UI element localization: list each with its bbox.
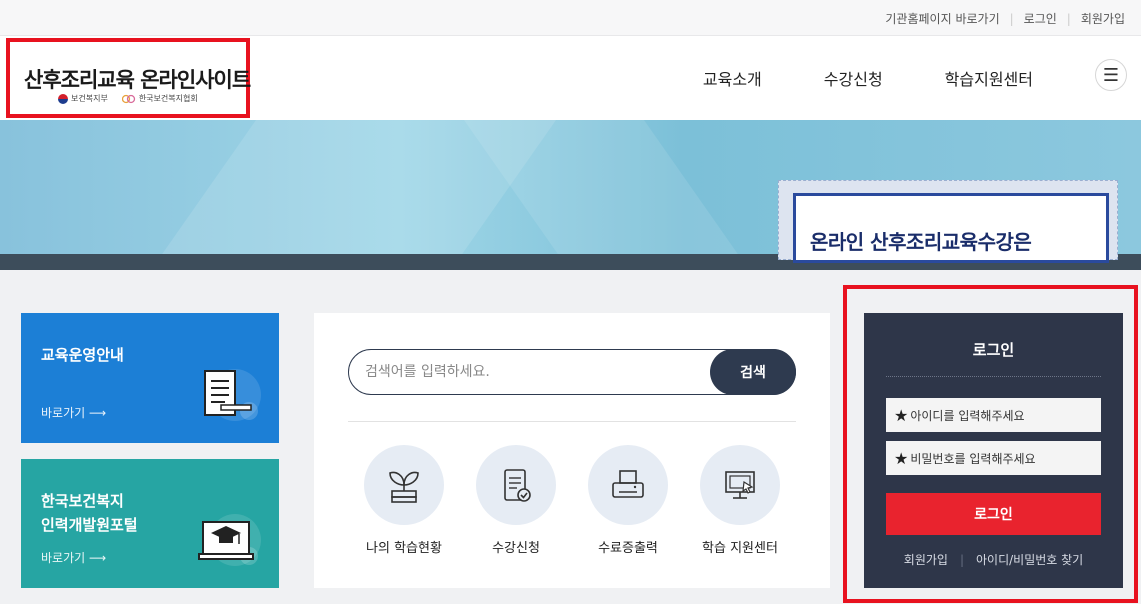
document-pen-icon	[204, 369, 261, 421]
util-signup-link[interactable]: 회원가입	[1081, 10, 1125, 27]
nav-item-course-registration[interactable]: 수강신청	[824, 66, 883, 90]
divider: |	[959, 552, 964, 567]
signup-link[interactable]: 회원가입	[904, 551, 948, 568]
logo-highlight-box[interactable]: 산후조리교육 온라인사이트 보건복지부 한국보건복지협회	[6, 38, 251, 118]
quick-link-certificate[interactable]: 수료증출력	[572, 445, 684, 556]
hamburger-icon: ☰	[1102, 64, 1120, 86]
ministry-logo: 보건복지부	[58, 93, 108, 104]
login-links: 회원가입 | 아이디/비밀번호 찾기	[864, 551, 1123, 568]
quick-link-registration[interactable]: 수강신청	[460, 445, 572, 556]
quick-icon-circle	[364, 445, 444, 525]
promo-inner: 온라인 산후조리교육수강은	[793, 193, 1109, 263]
login-button[interactable]: 로그인	[886, 493, 1101, 535]
main-nav: 교육소개 수강신청 학습지원센터	[703, 66, 1033, 90]
utility-bar: 기관홈페이지 바로가기 | 로그인 | 회원가입	[0, 0, 1141, 36]
password-placeholder: 비밀번호를 입력해주세요	[910, 451, 1036, 466]
star-icon: ★	[894, 448, 909, 468]
nav-item-education-intro[interactable]: 교육소개	[703, 66, 762, 90]
quick-icon-circle	[700, 445, 780, 525]
card-title: 교육운영안내	[41, 346, 124, 364]
search-input[interactable]	[365, 350, 705, 394]
agency-homepage-link[interactable]: 기관홈페이지 바로가기	[885, 10, 999, 27]
hamburger-menu-button[interactable]: ☰	[1095, 59, 1127, 91]
divider: |	[1066, 11, 1071, 26]
taegeuk-icon	[58, 93, 68, 104]
quick-link-label: 나의 학습현황	[366, 541, 442, 556]
education-guide-card[interactable]: 교육운영안내 바로가기 ⟶	[21, 313, 279, 443]
quick-links: 나의 학습현황 수강신청 수료증출력 학습 지원센터	[348, 445, 796, 556]
center-panel: 검색 나의 학습현황	[314, 313, 830, 588]
monitor-cursor-icon	[725, 471, 755, 499]
card-title-line: 한국보건복지	[41, 492, 124, 510]
site-logo-title: 산후조리교육 온라인사이트	[24, 68, 251, 92]
quick-icon-circle	[476, 445, 556, 525]
card-title-line: 인력개발원포털	[41, 516, 138, 534]
login-title: 로그인	[972, 341, 1015, 359]
search-button[interactable]: 검색	[710, 349, 796, 395]
banner-promo-card: 온라인 산후조리교육수강은	[778, 180, 1118, 263]
hrd-portal-card[interactable]: 한국보건복지 인력개발원포털 바로가기 ⟶	[21, 459, 279, 588]
association-logo: 한국보건복지협회	[121, 93, 198, 104]
quick-link-label: 수료증출력	[598, 541, 658, 556]
quick-link-label: 수강신청	[492, 541, 540, 556]
card-title: 한국보건복지 인력개발원포털	[41, 489, 138, 537]
quick-link-label: 학습 지원센터	[702, 541, 778, 556]
logo-sublogos: 보건복지부 한국보건복지협회	[58, 93, 198, 104]
user-id-field[interactable]: ★ 아이디를 입력해주세요	[886, 398, 1101, 432]
quick-link-support-center[interactable]: 학습 지원센터	[684, 445, 796, 556]
search-bar: 검색	[348, 349, 796, 395]
star-icon: ★	[894, 405, 909, 425]
quick-link-my-learning[interactable]: 나의 학습현황	[348, 445, 460, 556]
plant-icon	[389, 471, 419, 503]
printer-icon	[612, 470, 644, 498]
association-icon	[121, 94, 135, 103]
utility-links: 기관홈페이지 바로가기 | 로그인 | 회원가입	[885, 10, 1125, 27]
password-field[interactable]: ★ 비밀번호를 입력해주세요	[886, 441, 1101, 475]
find-account-link[interactable]: 아이디/비밀번호 찾기	[976, 551, 1083, 568]
divider: |	[1009, 11, 1014, 26]
util-login-link[interactable]: 로그인	[1024, 10, 1057, 27]
graduation-laptop-icon	[198, 514, 261, 566]
quick-icon-circle	[588, 445, 668, 525]
promo-text: 온라인 산후조리교육수강은	[810, 230, 1032, 254]
user-id-placeholder: 아이디를 입력해주세요	[910, 408, 1025, 423]
login-divider	[886, 376, 1101, 377]
nav-item-learning-support[interactable]: 학습지원센터	[945, 66, 1033, 90]
section-divider	[348, 421, 796, 422]
login-panel: 로그인 ★ 아이디를 입력해주세요 ★ 비밀번호를 입력해주세요 로그인 회원가…	[864, 313, 1123, 588]
card-shortcut-link[interactable]: 바로가기 ⟶	[41, 549, 106, 566]
clipboard-check-icon	[504, 469, 531, 502]
card-shortcut-link[interactable]: 바로가기 ⟶	[41, 404, 106, 421]
